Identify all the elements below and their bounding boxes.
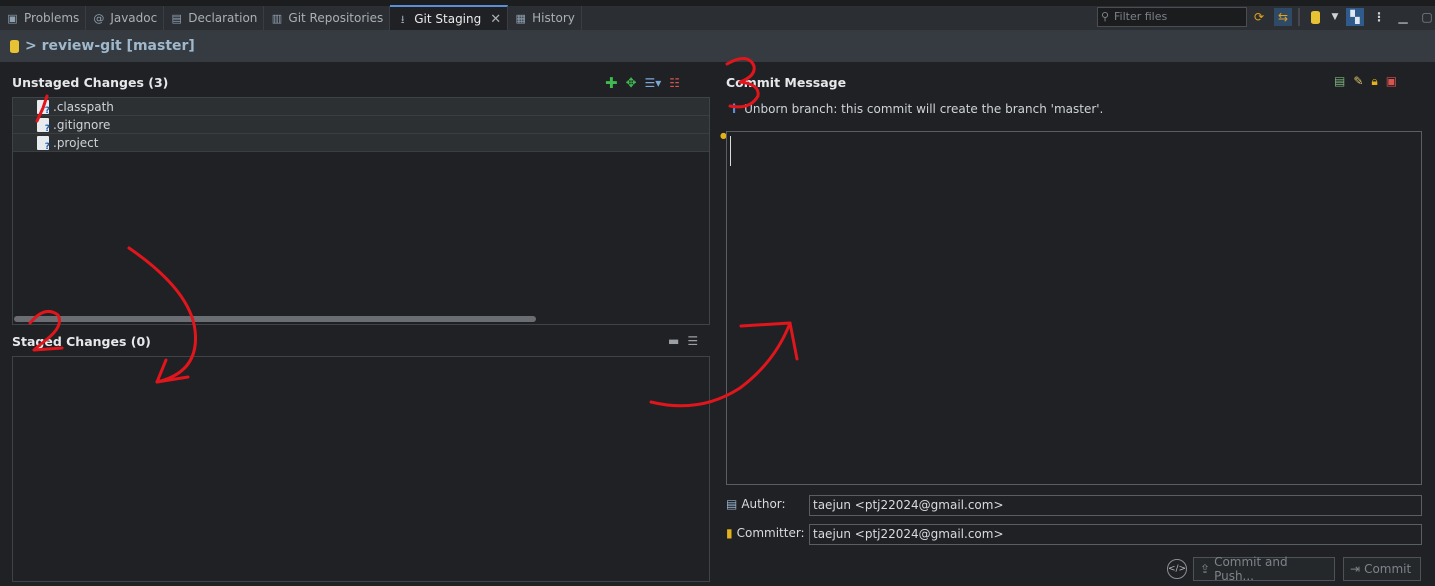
annotation-one-mark: [35, 94, 49, 123]
annotation-overlay: [28, 57, 799, 408]
annotation-arrow-down: [127, 246, 198, 384]
annotation-three-mark: [725, 57, 760, 109]
annotation-arrow-up: [649, 321, 792, 408]
annotation-two-mark: [28, 309, 64, 352]
